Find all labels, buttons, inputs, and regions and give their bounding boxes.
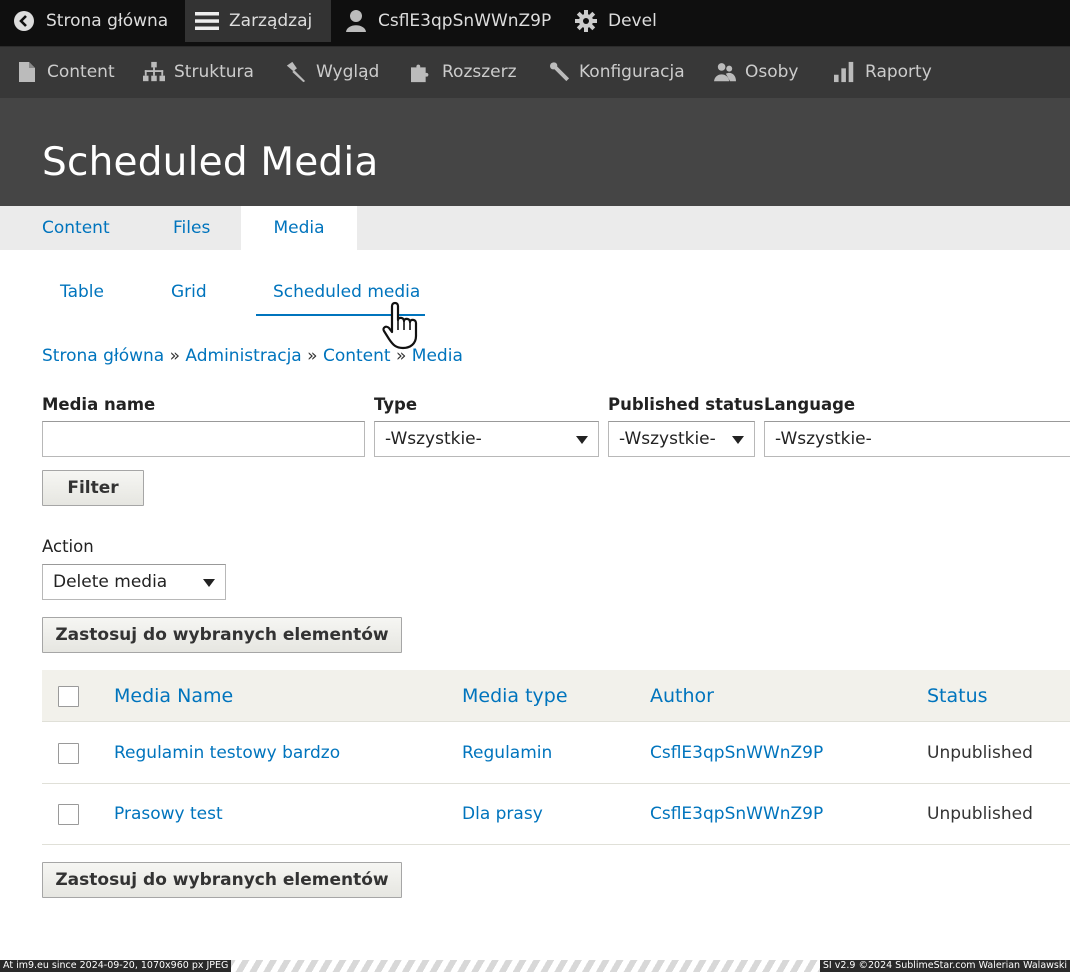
toolbar-item-extend[interactable]: Rozszerz [411,47,517,97]
author-link[interactable]: CsflE3qpSnWWnZ9P [650,723,823,783]
watermark-strip: At im9.eu since 2024-09-20, 1070x960 px … [0,960,1070,972]
media-name-input[interactable] [42,421,365,457]
apply-button-top[interactable]: Zastosuj do wybranych elementów [42,617,402,653]
toolbar-top: Strona główna Zarządzaj CsflE3qpSnWWnZ9P… [0,0,1070,46]
toolbar-user-label: CsflE3qpSnWWnZ9P [378,11,552,31]
table-header: Media Name Media type Author Status [42,670,1070,722]
user-icon [344,9,368,33]
toolbar-item-appearance[interactable]: Wygląd [285,47,379,97]
published-status-select[interactable]: -Wszystkie- [608,421,755,457]
action-select-value: Delete media [53,572,168,592]
toolbar-home[interactable]: Strona główna [12,0,168,42]
menu-icon [195,9,219,33]
toolbar-manage[interactable]: Zarządzaj [185,0,331,42]
column-media-type[interactable]: Media type [462,670,568,721]
toolbar-item-label: Struktura [174,62,254,82]
subtab-table[interactable]: Table [60,282,104,316]
back-circle-icon [12,9,36,33]
tab-content[interactable]: Content [42,206,110,250]
tab-files[interactable]: Files [173,206,210,250]
toolbar-item-structure[interactable]: Struktura [143,47,254,97]
toolbar-user[interactable]: CsflE3qpSnWWnZ9P [344,0,551,42]
toolbar-home-label: Strona główna [46,11,169,31]
wrench-icon [548,61,570,83]
media-name-label: Media name [42,395,156,414]
media-type-link[interactable]: Dla prasy [462,784,543,844]
filter-button[interactable]: Filter [42,470,144,506]
column-status[interactable]: Status [927,670,988,721]
gear-icon [574,9,598,33]
language-label: Language [764,395,856,414]
toolbar-item-people[interactable]: Osoby [714,47,799,97]
brush-icon [285,61,307,83]
tab-media[interactable]: Media [241,206,357,250]
breadcrumb-separator: » [169,346,180,366]
breadcrumb-admin[interactable]: Administracja [185,346,301,366]
breadcrumb-home[interactable]: Strona główna [42,346,164,366]
watermark-left: At im9.eu since 2024-09-20, 1070x960 px … [0,960,232,972]
toolbar-item-config[interactable]: Konfiguracja [548,47,685,97]
breadcrumb-content[interactable]: Content [323,346,391,366]
primary-tabs: Content Files Media [0,206,1070,250]
watermark-right: SI v2.9 ©2024 SublimeStar.com Walerian W… [819,960,1070,972]
language-select[interactable]: -Wszystkie- [764,421,1070,457]
subtab-grid[interactable]: Grid [171,282,207,316]
dropdown-arrow-icon [732,436,744,444]
toolbar-devel-label: Devel [608,11,657,31]
type-select-value: -Wszystkie- [385,429,482,449]
page-header: Scheduled Media [0,98,1070,206]
column-media-name[interactable]: Media Name [114,670,233,721]
toolbar-item-label: Osoby [745,62,799,82]
status-text: Unpublished [927,743,1033,763]
toolbar-admin: Content Struktura Wygląd Rozszerz Konfig… [0,46,1070,98]
toolbar-item-reports[interactable]: Raporty [834,47,932,97]
status-select-value: -Wszystkie- [619,429,716,449]
media-name-link[interactable]: Regulamin testowy bardzo [114,723,340,783]
toolbar-item-label: Content [47,62,115,82]
type-select[interactable]: -Wszystkie- [374,421,599,457]
breadcrumb-separator: » [395,346,407,366]
published-status-label: Published status [608,395,764,414]
toolbar-item-content[interactable]: Content [16,47,115,97]
media-type-link[interactable]: Regulamin [462,723,552,783]
sitemap-icon [143,61,165,83]
column-author[interactable]: Author [650,670,714,721]
toolbar-item-label: Konfiguracja [579,62,685,82]
toolbar-devel[interactable]: Devel [574,0,657,42]
breadcrumb: Strona główna » Administracja » Content … [42,346,463,366]
action-select[interactable]: Delete media [42,564,226,600]
people-icon [714,61,736,83]
select-all-checkbox[interactable] [58,686,79,707]
media-name-link[interactable]: Prasowy test [114,784,223,844]
page-title: Scheduled Media [42,140,379,185]
table-row: Prasowy test Dla prasy CsflE3qpSnWWnZ9P … [42,784,1070,845]
toolbar-item-label: Wygląd [316,62,380,82]
hand-cursor-icon [382,301,418,350]
language-select-value: -Wszystkie- [775,429,872,449]
toolbar-item-label: Rozszerz [442,62,517,82]
bar-chart-icon [834,61,856,83]
dropdown-arrow-icon [203,579,215,587]
action-label: Action [42,537,94,556]
table-row: Regulamin testowy bardzo Regulamin CsflE… [42,723,1070,784]
file-icon [16,61,38,83]
author-link[interactable]: CsflE3qpSnWWnZ9P [650,784,823,844]
dropdown-arrow-icon [576,436,588,444]
breadcrumb-media[interactable]: Media [412,346,463,366]
toolbar-item-label: Raporty [865,62,932,82]
row-checkbox[interactable] [58,743,79,764]
puzzle-icon [411,61,433,83]
toolbar-manage-label: Zarządzaj [229,11,313,31]
breadcrumb-separator: » [307,346,318,366]
row-checkbox[interactable] [58,804,79,825]
status-text: Unpublished [927,804,1033,824]
type-label: Type [374,395,418,414]
apply-button-bottom[interactable]: Zastosuj do wybranych elementów [42,862,402,898]
